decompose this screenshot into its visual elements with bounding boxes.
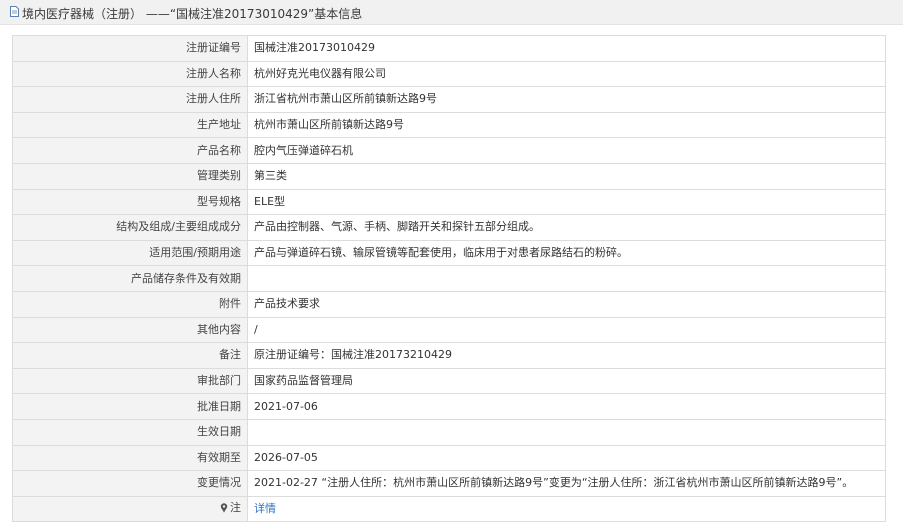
field-value: 产品由控制器、气源、手柄、脚踏开关和探针五部分组成。 [247,214,886,241]
table-row: 结构及组成/主要组成成分 产品由控制器、气源、手柄、脚踏开关和探针五部分组成。 [12,214,886,241]
document-icon [10,6,19,17]
note-value-cell: 详情 [247,495,886,523]
field-label: 其他内容 [12,316,248,344]
table-row: 管理类别 第三类 [12,162,886,190]
field-label: 生效日期 [12,418,248,446]
field-value: 2021-02-27 “注册人住所：杭州市萧山区所前镇新达路9号”变更为“注册人… [247,470,886,497]
table-row: 有效期至 2026-07-05 [12,444,886,472]
field-label: 有效期至 [12,444,248,472]
table-row: 附件 产品技术要求 [12,290,886,318]
field-value: 2021-07-06 [247,393,886,420]
field-label: 备注 [12,342,248,369]
table-row: 变更情况 2021-02-27 “注册人住所：杭州市萧山区所前镇新达路9号”变更为… [12,470,886,497]
field-value [247,418,886,446]
pin-icon [220,503,228,513]
table-row: 生产地址 杭州市萧山区所前镇新达路9号 [12,111,886,139]
note-label: 注 [230,500,241,514]
field-value: 浙江省杭州市萧山区所前镇新达路9号 [247,86,886,113]
field-label: 产品名称 [12,137,248,164]
field-label: 注册人住所 [12,86,248,113]
table-row: 注册人住所 浙江省杭州市萧山区所前镇新达路9号 [12,86,886,113]
field-label: 变更情况 [12,470,248,497]
field-value: / [247,316,886,344]
table-row: 备注 原注册证编号：国械注准20173210429 [12,342,886,369]
table-row: 适用范围/预期用途 产品与弹道碎石镜、输尿管镜等配套使用，临床用于对患者尿路结石的… [12,239,886,267]
field-value: 产品与弹道碎石镜、输尿管镜等配套使用，临床用于对患者尿路结石的粉碎。 [247,239,886,267]
field-value: 第三类 [247,162,886,190]
field-label: 结构及组成/主要组成成分 [12,214,248,241]
field-value [247,265,886,292]
device-info-table: 注册证编号 国械注准20173010429 注册人名称 杭州好克光电仪器有限公司 注册人… [12,35,886,523]
field-label: 生产地址 [12,111,248,139]
table-row: 批准日期 2021-07-06 [12,393,886,420]
field-value: 2026-07-05 [247,444,886,472]
table-row: 型号规格 ELE型 [12,188,886,216]
field-label: 审批部门 [12,367,248,395]
table-row: 其他内容 / [12,316,886,344]
table-row: 注册证编号 国械注准20173010429 [12,35,886,62]
field-label: 产品储存条件及有效期 [12,265,248,292]
table-row: 注册人名称 杭州好克光电仪器有限公司 [12,60,886,88]
field-value: 国家药品监督管理局 [247,367,886,395]
page-header: 境内医疗器械（注册） ——“国械注准20173010429”基本信息 [0,0,903,25]
field-label: 适用范围/预期用途 [12,239,248,267]
field-value: ELE型 [247,188,886,216]
note-label-cell: 注 [12,495,248,523]
field-value: 产品技术要求 [247,290,886,318]
field-label: 管理类别 [12,162,248,190]
detail-link[interactable]: 详情 [254,502,276,515]
field-value: 杭州市萧山区所前镇新达路9号 [247,111,886,139]
field-label: 附件 [12,290,248,318]
field-value: 原注册证编号：国械注准20173210429 [247,342,886,369]
field-label: 型号规格 [12,188,248,216]
table-row: 产品名称 腔内气压弹道碎石机 [12,137,886,164]
table-row: 产品储存条件及有效期 [12,265,886,292]
field-label: 批准日期 [12,393,248,420]
field-value: 国械注准20173010429 [247,35,886,62]
field-value: 杭州好克光电仪器有限公司 [247,60,886,88]
page-title: 境内医疗器械（注册） ——“国械注准20173010429”基本信息 [22,7,363,21]
field-value: 腔内气压弹道碎石机 [247,137,886,164]
table-row-note: 注 详情 [12,495,886,523]
field-label: 注册人名称 [12,60,248,88]
table-row: 生效日期 [12,418,886,446]
table-row: 审批部门 国家药品监督管理局 [12,367,886,395]
field-label: 注册证编号 [12,35,248,62]
